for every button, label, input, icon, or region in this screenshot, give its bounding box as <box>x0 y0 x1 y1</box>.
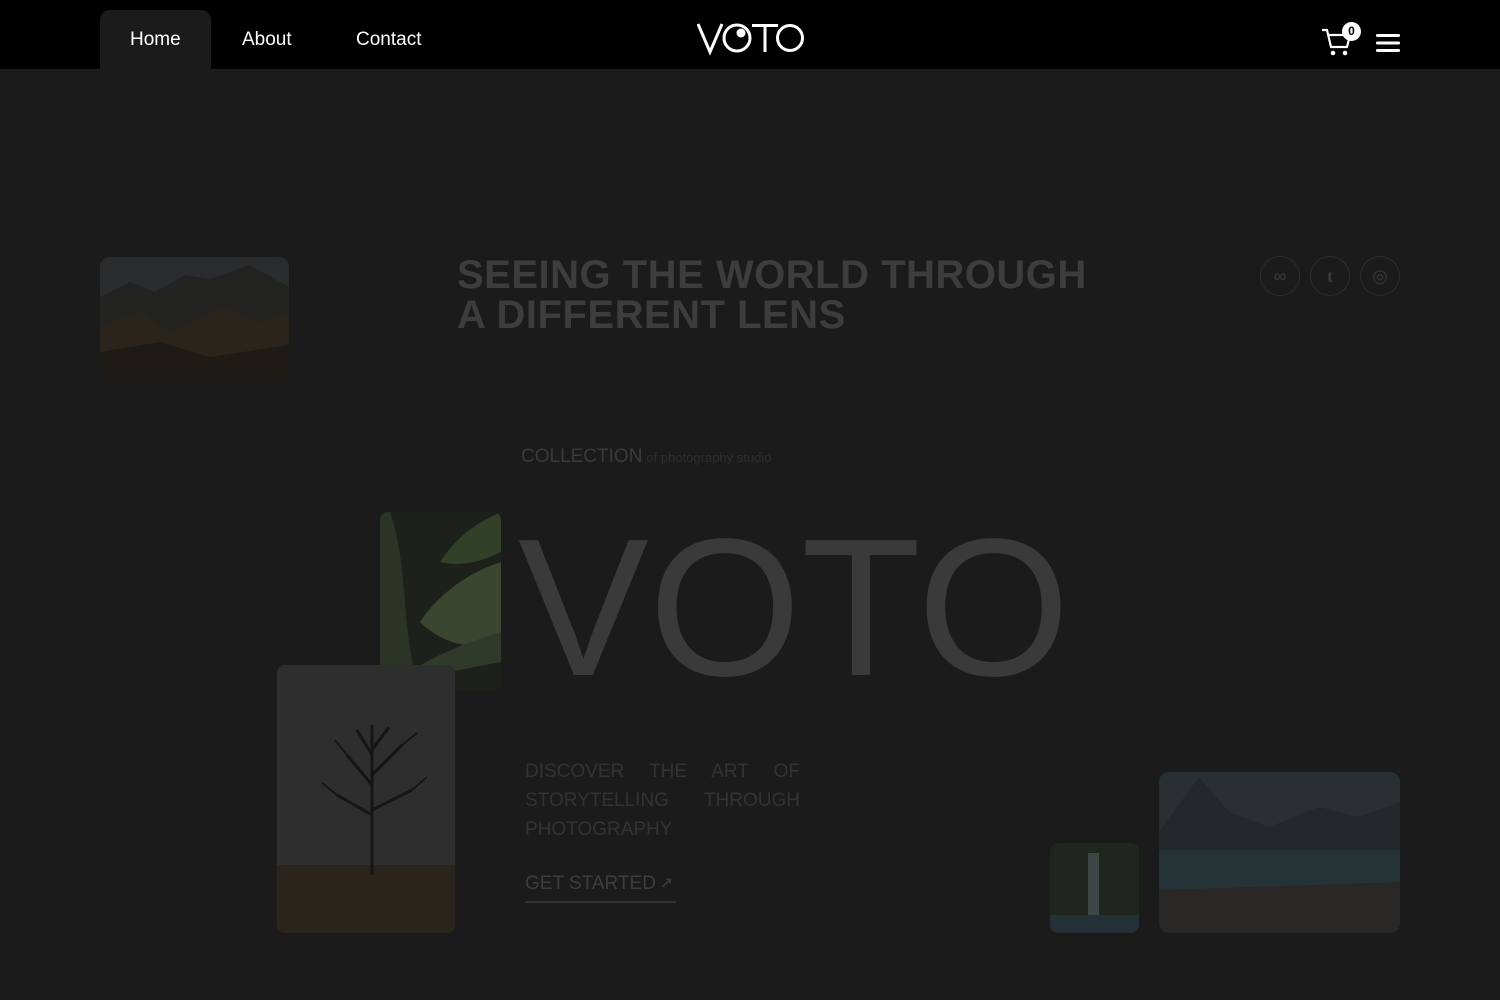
bare-tree-photo <box>277 665 455 933</box>
hero-headline: SEEING THE WORLD THROUGH A DIFFERENT LEN… <box>457 255 1157 335</box>
hero-tagline: DISCOVER THE ART OF STORYTELLING THROUGH… <box>525 761 800 840</box>
tumblr-icon[interactable]: t <box>1310 256 1350 296</box>
nav-contact-link[interactable]: Contact <box>326 10 451 69</box>
dribbble-icon[interactable]: ◎ <box>1360 256 1400 296</box>
cart-count-badge: 0 <box>1342 22 1361 41</box>
mountain-lake-photo <box>1159 772 1400 933</box>
brand-logo[interactable] <box>696 18 805 58</box>
hero-headline-line1: SEEING THE WORLD THROUGH <box>457 253 1087 297</box>
get-started-label: GET STARTED <box>525 873 656 894</box>
collection-label: COLLECTION of photography studio <box>521 446 771 468</box>
top-navigation-bar: Home About Contact 0 <box>0 0 1500 69</box>
collection-subtitle: of photography studio <box>646 450 772 465</box>
waterfall-photo <box>1050 843 1139 933</box>
meta-icon[interactable]: ∞ <box>1260 256 1300 296</box>
get-started-button[interactable]: GET STARTED ↗ <box>525 873 676 903</box>
hero-headline-line2: A DIFFERENT LENS <box>457 293 846 337</box>
collection-title: COLLECTION <box>521 446 643 467</box>
arrow-up-right-icon: ↗ <box>659 875 673 892</box>
hero-brand-word: VOTO <box>518 498 1070 717</box>
mountain-photo <box>100 257 289 382</box>
nav-home-link[interactable]: Home <box>100 10 211 69</box>
nav-about-link[interactable]: About <box>212 10 322 69</box>
hamburger-menu-icon[interactable] <box>1376 33 1401 53</box>
